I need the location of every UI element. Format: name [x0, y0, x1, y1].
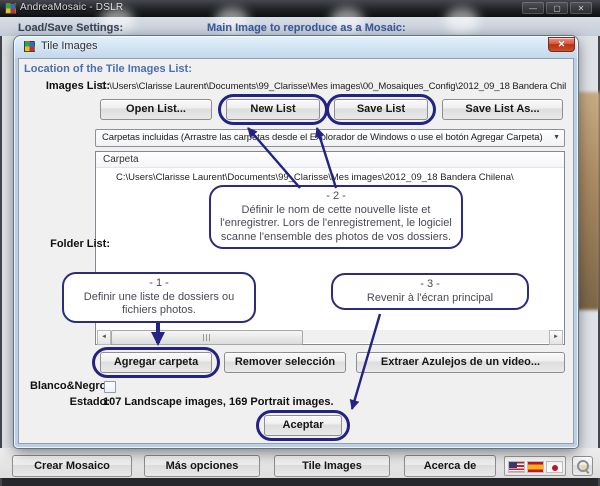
scrollbar-thumb[interactable]: [111, 330, 303, 345]
folder-list-row[interactable]: C:\Users\Clarisse Laurent\Documents\99_C…: [116, 172, 514, 183]
maximize-button[interactable]: ▢: [546, 2, 568, 14]
scrollbar-grip: [203, 334, 211, 341]
main-titlebar: AndreaMosaic - DSLR — ▢ ✕: [0, 0, 600, 17]
dialog-close-button[interactable]: ✕: [548, 37, 575, 52]
callout-3-text: Revenir à l'écran principal: [367, 292, 493, 304]
blanco-negro-checkbox[interactable]: [104, 381, 116, 393]
annotation-circle-save-list: [326, 94, 436, 125]
language-flags-panel[interactable]: [504, 456, 566, 476]
callout-2-text: Définir le nom de cette nouvelle liste e…: [220, 204, 452, 243]
magnifier-icon-handle: [585, 469, 590, 474]
column-header-carpeta: Carpeta: [96, 152, 564, 168]
glass-reflection: [445, 8, 479, 34]
app-window: AndreaMosaic - DSLR — ▢ ✕ Load/Save Sett…: [0, 0, 600, 486]
callout-2-number: - 2 -: [218, 190, 454, 204]
annotation-circle-aceptar: [256, 410, 350, 441]
callout-1-text: Definir une liste de dossiers ou fichier…: [84, 291, 234, 317]
background-photo-strip: [577, 92, 600, 310]
combobox-value: Carpetas incluidas (Arrastre las carpeta…: [102, 132, 542, 143]
tile-images-dialog-icon: [24, 41, 35, 52]
load-save-settings-label: Load/Save Settings:: [18, 22, 123, 34]
horizontal-scrollbar[interactable]: ◄ ►: [97, 330, 563, 343]
spain-flag-icon[interactable]: [527, 461, 544, 473]
save-list-as-button[interactable]: Save List As...: [442, 99, 563, 120]
open-list-button[interactable]: Open List...: [100, 99, 212, 120]
callout-2: - 2 - Définir le nom de cette nouvelle l…: [209, 185, 463, 249]
japan-flag-icon[interactable]: [546, 461, 563, 473]
magnifier-button[interactable]: [572, 456, 593, 476]
callout-1: - 1 - Definir une liste de dossiers ou f…: [62, 272, 256, 323]
close-button[interactable]: ✕: [570, 2, 592, 14]
blanco-negro-label: Blanco&Negro:: [30, 380, 110, 392]
andreamosaic-app-icon: [5, 3, 16, 14]
folder-source-combobox[interactable]: Carpetas incluidas (Arrastre las carpeta…: [95, 129, 565, 147]
scroll-left-icon[interactable]: ◄: [97, 330, 111, 345]
scroll-right-icon[interactable]: ►: [549, 330, 563, 345]
images-list-path: C:\Users\Clarisse Laurent\Documents\99_C…: [100, 81, 566, 92]
remover-seleccion-button[interactable]: Remover selección: [224, 352, 346, 373]
acerca-de-button[interactable]: Acerca de: [404, 455, 496, 477]
annotation-circle-new-list: [218, 94, 328, 125]
crear-mosaico-button[interactable]: Crear Mosaico: [12, 455, 132, 477]
us-flag-icon[interactable]: [508, 461, 525, 473]
estado-value: 107 Landscape images, 169 Portrait image…: [103, 396, 334, 408]
folder-list-label: Folder List:: [50, 238, 110, 250]
callout-3: - 3 - Revenir à l'écran principal: [331, 273, 529, 310]
section-header: Location of the Tile Images List:: [24, 63, 192, 75]
callout-3-number: - 3 -: [340, 278, 520, 292]
annotation-circle-agregar-carpeta: [92, 347, 220, 378]
chevron-down-icon[interactable]: ▼: [553, 134, 560, 141]
dialog-title: Tile Images: [41, 40, 97, 52]
minimize-button[interactable]: —: [522, 2, 544, 14]
extraer-azulejos-button[interactable]: Extraer Azulejos de un video...: [356, 352, 565, 373]
tile-images-button[interactable]: Tile Images: [274, 455, 390, 477]
callout-1-number: - 1 -: [71, 277, 247, 291]
main-image-label: Main Image to reproduce as a Mosaic:: [207, 22, 406, 34]
mas-opciones-button[interactable]: Más opciones: [144, 455, 260, 477]
